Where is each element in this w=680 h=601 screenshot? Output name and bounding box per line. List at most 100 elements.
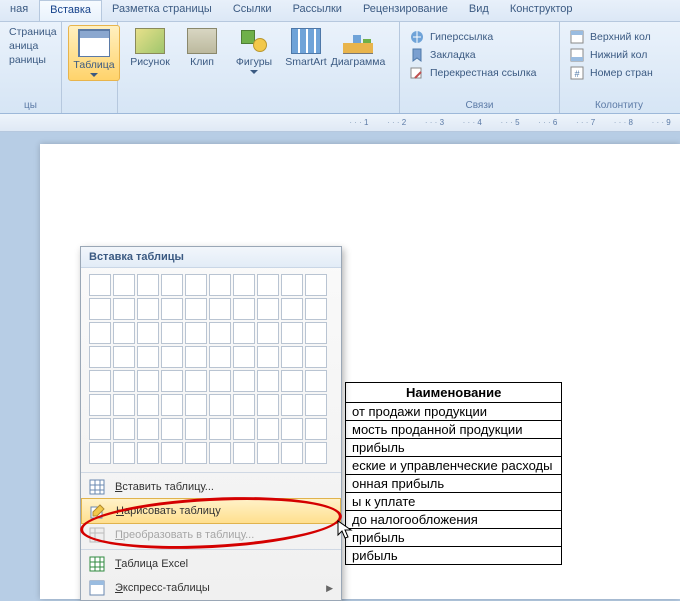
grid-cell[interactable] <box>305 442 327 464</box>
grid-cell[interactable] <box>281 370 303 392</box>
chart-button[interactable]: Диаграмма <box>332 25 384 77</box>
grid-cell[interactable] <box>233 274 255 296</box>
menu-quick-tables[interactable]: Экспресс-таблицы ▶ <box>81 576 341 600</box>
grid-cell[interactable] <box>305 394 327 416</box>
table-cell[interactable]: прибыль <box>346 439 562 457</box>
grid-cell[interactable] <box>89 394 111 416</box>
grid-cell[interactable] <box>89 370 111 392</box>
grid-cell[interactable] <box>185 322 207 344</box>
grid-cell[interactable] <box>161 274 183 296</box>
table-cell[interactable]: ы к уплате <box>346 493 562 511</box>
grid-cell[interactable] <box>233 346 255 368</box>
crossref-button[interactable]: Перекрестная ссылка <box>406 64 553 82</box>
tab-review[interactable]: Рецензирование <box>353 0 459 21</box>
grid-cell[interactable] <box>137 442 159 464</box>
tab-mailings[interactable]: Рассылки <box>283 0 353 21</box>
grid-cell[interactable] <box>89 274 111 296</box>
grid-cell[interactable] <box>161 442 183 464</box>
hyperlink-button[interactable]: Гиперссылка <box>406 28 553 46</box>
grid-cell[interactable] <box>137 394 159 416</box>
grid-cell[interactable] <box>161 394 183 416</box>
grid-cell[interactable] <box>89 298 111 320</box>
menu-draw-table[interactable]: Нарисовать таблицу <box>81 498 341 524</box>
grid-cell[interactable] <box>305 370 327 392</box>
table-cell[interactable]: до налогообложения <box>346 511 562 529</box>
tab-view[interactable]: Вид <box>459 0 500 21</box>
header-button[interactable]: Верхний кол <box>566 28 672 46</box>
menu-excel-table[interactable]: Таблица Excel <box>81 552 341 576</box>
grid-cell[interactable] <box>305 274 327 296</box>
clipart-button[interactable]: Клип <box>176 25 228 77</box>
grid-cell[interactable] <box>113 274 135 296</box>
blank-page-button[interactable]: аница <box>6 39 55 53</box>
grid-cell[interactable] <box>137 322 159 344</box>
grid-cell[interactable] <box>209 370 231 392</box>
tab-layout[interactable]: Разметка страницы <box>102 0 223 21</box>
grid-cell[interactable] <box>161 322 183 344</box>
grid-cell[interactable] <box>281 322 303 344</box>
grid-cell[interactable] <box>305 418 327 440</box>
grid-cell[interactable] <box>257 418 279 440</box>
horizontal-ruler[interactable]: 123456789 <box>0 114 680 132</box>
grid-cell[interactable] <box>305 346 327 368</box>
grid-cell[interactable] <box>209 346 231 368</box>
grid-cell[interactable] <box>257 394 279 416</box>
grid-cell[interactable] <box>113 394 135 416</box>
grid-cell[interactable] <box>281 274 303 296</box>
grid-cell[interactable] <box>233 298 255 320</box>
grid-cell[interactable] <box>257 274 279 296</box>
footer-button[interactable]: Нижний кол <box>566 46 672 64</box>
grid-cell[interactable] <box>113 298 135 320</box>
grid-cell[interactable] <box>185 442 207 464</box>
grid-cell[interactable] <box>137 370 159 392</box>
table-cell[interactable]: от продажи продукции <box>346 403 562 421</box>
grid-cell[interactable] <box>281 346 303 368</box>
grid-cell[interactable] <box>137 346 159 368</box>
table-header-cell[interactable]: Наименование <box>346 383 562 403</box>
grid-cell[interactable] <box>113 322 135 344</box>
grid-cell[interactable] <box>113 346 135 368</box>
grid-cell[interactable] <box>185 394 207 416</box>
grid-cell[interactable] <box>233 370 255 392</box>
grid-cell[interactable] <box>257 370 279 392</box>
table-cell[interactable]: мость проданной продукции <box>346 421 562 439</box>
grid-cell[interactable] <box>209 442 231 464</box>
grid-cell[interactable] <box>281 442 303 464</box>
table-cell[interactable]: онная прибыль <box>346 475 562 493</box>
grid-cell[interactable] <box>209 322 231 344</box>
grid-cell[interactable] <box>137 418 159 440</box>
tab-home[interactable]: ная <box>0 0 39 21</box>
grid-cell[interactable] <box>185 298 207 320</box>
bookmark-button[interactable]: Закладка <box>406 46 553 64</box>
grid-cell[interactable] <box>113 442 135 464</box>
grid-cell[interactable] <box>257 346 279 368</box>
table-cell[interactable]: еские и управленческие расходы <box>346 457 562 475</box>
table-button[interactable]: Таблица <box>68 25 120 81</box>
table-cell[interactable]: рибыль <box>346 547 562 565</box>
picture-button[interactable]: Рисунок <box>124 25 176 77</box>
cover-page-button[interactable]: Страница <box>6 25 55 39</box>
grid-cell[interactable] <box>161 346 183 368</box>
grid-cell[interactable] <box>209 394 231 416</box>
grid-cell[interactable] <box>257 298 279 320</box>
grid-cell[interactable] <box>233 394 255 416</box>
grid-cell[interactable] <box>209 298 231 320</box>
grid-cell[interactable] <box>305 322 327 344</box>
tab-references[interactable]: Ссылки <box>223 0 283 21</box>
tab-design[interactable]: Конструктор <box>500 0 584 21</box>
grid-cell[interactable] <box>281 418 303 440</box>
grid-cell[interactable] <box>89 418 111 440</box>
grid-cell[interactable] <box>137 274 159 296</box>
grid-cell[interactable] <box>89 322 111 344</box>
grid-cell[interactable] <box>185 346 207 368</box>
grid-cell[interactable] <box>233 322 255 344</box>
grid-cell[interactable] <box>161 370 183 392</box>
grid-cell[interactable] <box>89 442 111 464</box>
smartart-button[interactable]: SmartArt <box>280 25 332 77</box>
grid-cell[interactable] <box>257 322 279 344</box>
grid-cell[interactable] <box>257 442 279 464</box>
grid-cell[interactable] <box>281 394 303 416</box>
pagenumber-button[interactable]: # Номер стран <box>566 64 672 82</box>
grid-cell[interactable] <box>185 274 207 296</box>
grid-cell[interactable] <box>281 298 303 320</box>
